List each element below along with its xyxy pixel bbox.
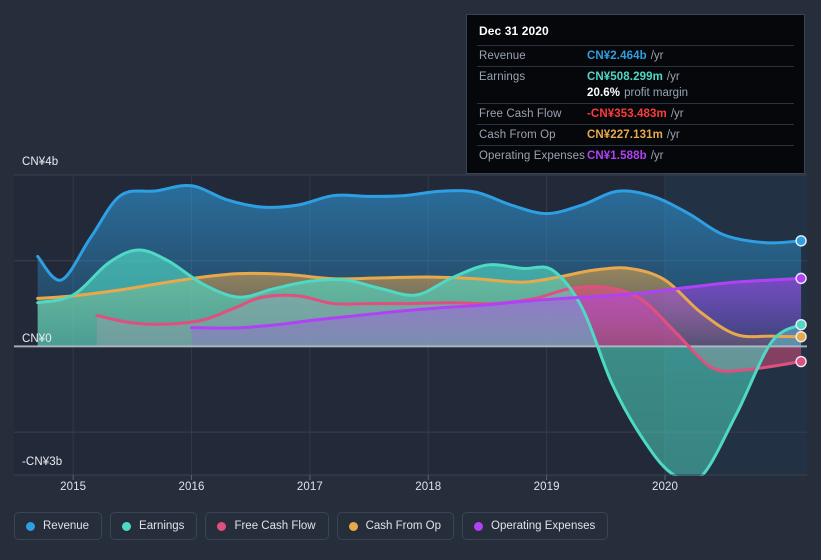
x-axis-tick-2015: 2015: [60, 481, 87, 493]
legend-label: Operating Expenses: [491, 520, 596, 532]
legend-item-free-cash-flow[interactable]: Free Cash Flow: [205, 512, 329, 540]
legend-item-earnings[interactable]: Earnings: [110, 512, 198, 540]
legend-color-dot: [122, 521, 132, 531]
tooltip-date: Dec 31 2020: [479, 24, 549, 38]
legend-item-operating-expenses[interactable]: Operating Expenses: [462, 512, 609, 540]
tooltip-row-suffix: /yr: [650, 150, 664, 162]
tooltip-row-key: Earnings: [479, 71, 526, 83]
legend-label: Free Cash Flow: [234, 520, 316, 532]
tooltip-row: Earnings CN¥508.299m/yr: [477, 66, 794, 87]
x-axis-tick-2018: 2018: [415, 481, 442, 493]
tooltip-row-suffix: /yr: [670, 108, 684, 120]
chart-legend: Revenue Earnings Free Cash Flow Cash From O…: [14, 512, 609, 540]
x-axis-tick-2017: 2017: [296, 481, 323, 493]
end-marker-revenue: [795, 235, 807, 247]
x-axis-tick-2020: 2020: [651, 481, 678, 493]
tooltip-row-value: 20.6%: [587, 87, 621, 99]
tooltip-row-key: Revenue: [479, 50, 526, 62]
x-axis-tick-2019: 2019: [533, 481, 560, 493]
tooltip-row: Revenue CN¥2.464b/yr: [477, 45, 794, 66]
tooltip-row-suffix: /yr: [666, 129, 680, 141]
tooltip-rows: Revenue CN¥2.464b/yr Earnings CN¥508.299m/y…: [477, 45, 794, 166]
legend-color-dot: [348, 521, 358, 531]
end-marker-operating-expenses: [795, 272, 807, 285]
legend-label: Revenue: [43, 520, 90, 532]
financial-chart: CN¥4b CN¥0 -CN¥3b 2015 2016 2017 2018 2019 20…: [0, 0, 821, 560]
legend-item-cash-from-op[interactable]: Cash From Op: [336, 512, 455, 540]
end-marker-cash-from-op: [795, 331, 807, 343]
tooltip-row-key: Operating Expenses: [479, 150, 586, 162]
data-tooltip: Dec 31 2020 Revenue CN¥2.464b/yr Earnings C…: [466, 14, 805, 174]
legend-color-dot: [26, 521, 35, 531]
tooltip-row-key: Cash From Op: [479, 129, 556, 141]
tooltip-row: 20.6% profit margin: [477, 87, 794, 103]
tooltip-row-value: CN¥227.131m: [587, 129, 663, 141]
end-marker-free-cash-flow: [795, 355, 807, 368]
y-axis-label-bottom: -CN¥3b: [22, 456, 63, 468]
tooltip-row-value: CN¥1.588b: [587, 150, 647, 162]
legend-label: Cash From Op: [365, 520, 442, 532]
tooltip-row: Free Cash Flow -CN¥353.483m/yr: [477, 103, 794, 124]
legend-item-revenue[interactable]: Revenue: [14, 512, 103, 540]
tooltip-row: Cash From Op CN¥227.131m/yr: [477, 124, 794, 145]
left-gutter: [0, 0, 14, 560]
y-axis-label-top: CN¥4b: [22, 156, 59, 168]
legend-color-dot: [217, 521, 227, 531]
x-axis-tick-2016: 2016: [178, 481, 205, 493]
tooltip-row-suffix: /yr: [666, 71, 680, 83]
end-marker-earnings: [795, 318, 807, 331]
tooltip-row-suffix: /yr: [650, 50, 664, 62]
tooltip-row: Operating Expenses CN¥1.588b/yr: [477, 145, 794, 166]
tooltip-row-value: -CN¥353.483m: [587, 108, 667, 120]
tooltip-row-key: Free Cash Flow: [479, 108, 562, 120]
tooltip-row-suffix: profit margin: [624, 87, 689, 99]
legend-color-dot: [474, 521, 484, 531]
tooltip-row-value: CN¥2.464b: [587, 50, 647, 62]
legend-label: Earnings: [139, 520, 185, 532]
y-axis-label-zero: CN¥0: [22, 333, 52, 346]
tooltip-row-value: CN¥508.299m: [587, 71, 663, 83]
